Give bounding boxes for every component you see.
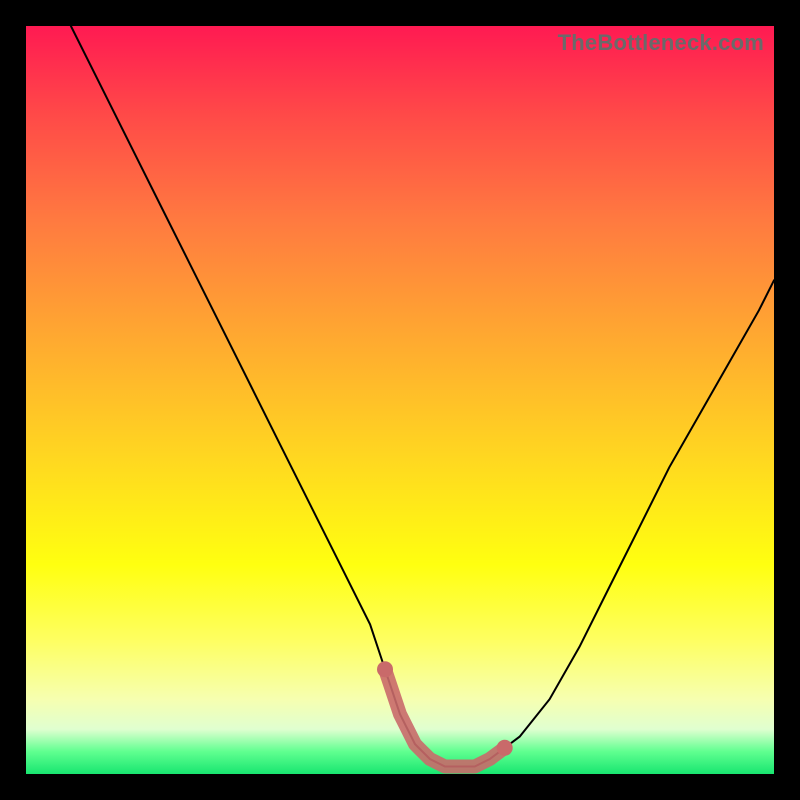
flat-region-end-dot (497, 740, 513, 756)
flat-region-highlight (385, 669, 505, 766)
plot-area: TheBottleneck.com (26, 26, 774, 774)
chart-frame: TheBottleneck.com (0, 0, 800, 800)
bottleneck-curve (71, 26, 774, 767)
flat-region-end-dot (377, 661, 393, 677)
chart-svg (26, 26, 774, 774)
